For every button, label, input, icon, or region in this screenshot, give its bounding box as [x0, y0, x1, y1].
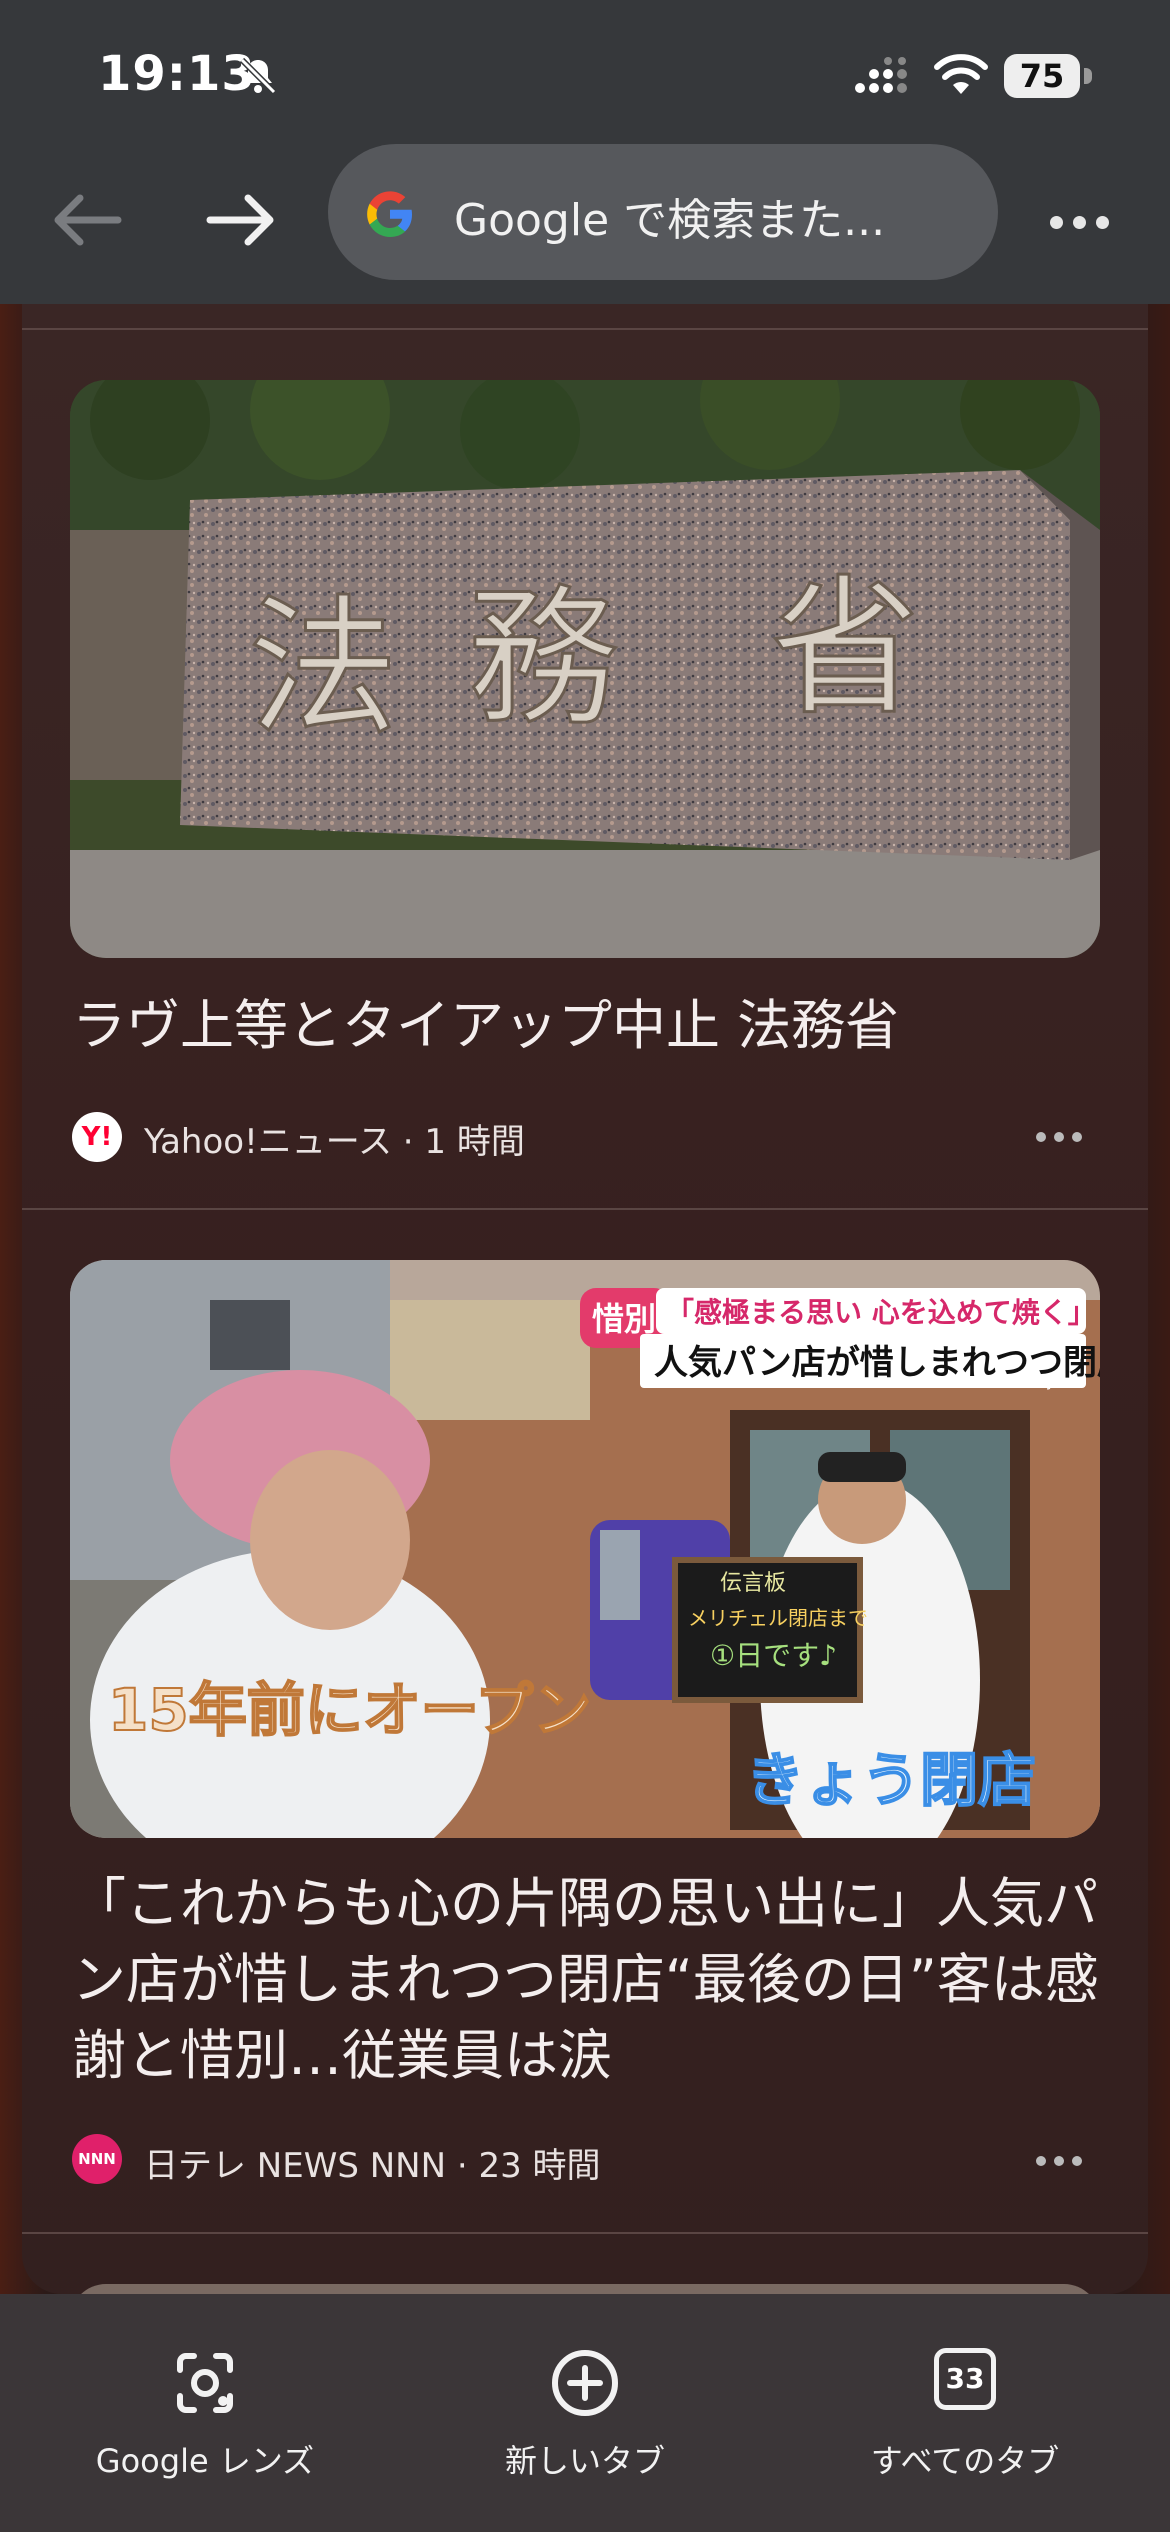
caption-left: 15年前にオープン	[108, 1676, 591, 1744]
card-title[interactable]: 「これからも心の片隅の思い出に」人気パン店が惜しまれつつ閉店“最後の日”客は感謝…	[72, 1866, 1112, 2094]
google-lens-button[interactable]: Google レンズ	[80, 2294, 330, 2532]
google-logo-icon	[367, 191, 412, 237]
wifi-icon	[934, 54, 988, 94]
divider	[22, 1208, 1148, 1210]
next-card-image-peek	[70, 2284, 1100, 2294]
cell-signal-icon	[855, 57, 907, 93]
new-tab-button[interactable]: 新しいタブ	[460, 2294, 710, 2532]
sign-char-1: 法	[248, 582, 398, 756]
card-more-icon[interactable]	[1028, 2146, 1088, 2176]
search-omnibox[interactable]: Google で検索また...	[328, 144, 998, 280]
card-more-icon[interactable]	[1028, 1122, 1088, 1152]
tab-count-icon: 33	[934, 2348, 996, 2410]
board-line2: ①日です♪	[710, 1639, 837, 1672]
news-feed[interactable]: 法 務 省 ラヴ上等とタイアップ中止 法務省 Y! Yahoo!ニュース · 1…	[22, 304, 1148, 2294]
caption-headline-1: 「感極まる思い 心を込めて焼く」	[666, 1296, 1096, 1329]
battery-level: 75	[1004, 54, 1080, 98]
yahoo-news-icon: Y!	[72, 1112, 122, 1162]
plus-circle-icon	[552, 2350, 618, 2416]
back-arrow-icon[interactable]	[40, 180, 130, 260]
all-tabs-label: すべてのタブ	[870, 2442, 1060, 2480]
board-title: 伝言板	[720, 1571, 786, 1596]
omnibox-placeholder: Google で検索また...	[454, 195, 886, 246]
card-image-bakery[interactable]: 伝言板 メリチェル閉店まで ①日です♪ 惜別 「感極まる思い 心を込めて焼く」 …	[70, 1260, 1100, 1838]
sign-char-2: 務	[468, 572, 618, 746]
divider	[22, 328, 1148, 330]
card-image-ministry-sign[interactable]: 法 務 省	[70, 380, 1100, 958]
status-bar: 19:13 75	[0, 0, 1170, 140]
nnn-news-icon: NNN	[72, 2134, 122, 2184]
bell-off-icon	[239, 57, 277, 95]
card-source: Yahoo!ニュース · 1 時間	[144, 1122, 525, 1162]
card-source: 日テレ NEWS NNN · 23 時間	[144, 2146, 601, 2186]
divider	[22, 2232, 1148, 2234]
broadcast-logo: every.	[1010, 1371, 1058, 1390]
more-icon[interactable]	[1040, 180, 1120, 260]
battery-icon: 75	[1004, 54, 1092, 98]
camera-lens-icon	[177, 2353, 233, 2413]
board-line1: メリチェル閉店まで	[688, 1606, 868, 1630]
sign-char-3: 省	[770, 562, 920, 736]
forward-arrow-icon[interactable]	[198, 180, 288, 260]
all-tabs-button[interactable]: 33 すべてのタブ	[840, 2294, 1090, 2532]
bottom-toolbar: Google レンズ 新しいタブ 33 すべてのタブ	[0, 2294, 1170, 2532]
caption-tag: 惜別	[592, 1300, 656, 1338]
google-lens-label: Google レンズ	[95, 2442, 315, 2480]
card-title[interactable]: ラヴ上等とタイアップ中止 法務省	[72, 988, 1112, 1064]
status-time: 19:13	[98, 46, 256, 102]
caption-right: きょう閉店	[746, 1746, 1036, 1814]
browser-toolbar: Google で検索また...	[0, 140, 1170, 305]
new-tab-label: 新しいタブ	[504, 2442, 665, 2480]
